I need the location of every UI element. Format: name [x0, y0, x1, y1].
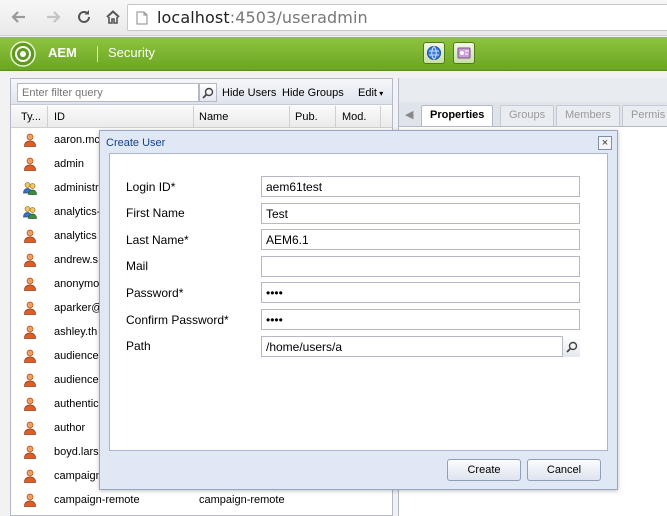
hide-groups-button[interactable]: Hide Groups [282, 87, 344, 99]
user-icon [23, 373, 37, 387]
search-icon[interactable] [199, 83, 217, 102]
table-row[interactable]: campaign-remote campaign-remote [11, 488, 392, 512]
product-name: AEM [48, 45, 77, 60]
browser-toolbar: localhost:4503/useradmin [0, 0, 667, 36]
confirm-password-label: Confirm Password* [126, 313, 229, 327]
tab-strip: ◀ Properties Groups Members Permis [399, 102, 667, 127]
url-text: localhost:4503/useradmin [157, 8, 368, 27]
last-name-field[interactable] [261, 229, 580, 250]
user-id-cell: aparker@ [54, 302, 103, 314]
chevron-down-icon: ▾ [376, 89, 384, 98]
path-search-icon[interactable] [562, 336, 580, 357]
path-field[interactable] [261, 336, 580, 357]
close-icon[interactable]: × [598, 136, 612, 150]
user-icon [23, 133, 37, 147]
user-icon [23, 421, 37, 435]
globe-icon[interactable] [423, 42, 445, 64]
login-id-label: Login ID* [126, 180, 176, 194]
last-name-label: Last Name* [126, 233, 189, 247]
scroll-left-icon[interactable]: ◀ [405, 108, 413, 121]
password-label: Password* [126, 286, 184, 300]
dialog-form: Login ID* First Name Last Name* Mail Pas… [109, 153, 608, 451]
hide-users-button[interactable]: Hide Users [222, 87, 276, 99]
user-id-cell: analytics [54, 230, 97, 242]
login-id-field[interactable] [261, 176, 580, 197]
user-id-cell: administr [54, 182, 99, 194]
create-button[interactable]: Create [447, 459, 521, 481]
column-headers: Ty... ID Name Pub. Mod. [11, 106, 392, 128]
tools-icon[interactable] [453, 42, 475, 64]
tab-members[interactable]: Members [556, 105, 620, 126]
header-divider [97, 46, 98, 62]
column-divider [335, 106, 336, 128]
column-divider [193, 106, 194, 128]
col-name[interactable]: Name [199, 111, 228, 123]
user-name-cell: campaign-remote [199, 494, 285, 506]
home-icon[interactable] [102, 6, 124, 28]
user-id-cell: admin [54, 158, 84, 170]
first-name-label: First Name [126, 206, 185, 220]
address-bar[interactable]: localhost:4503/useradmin [127, 4, 667, 31]
create-user-dialog: Create User × Login ID* First Name Last … [99, 130, 618, 490]
mail-field[interactable] [261, 256, 580, 277]
mail-label: Mail [126, 259, 149, 273]
tab-groups[interactable]: Groups [500, 105, 555, 126]
user-icon [23, 469, 37, 483]
user-icon [23, 229, 37, 243]
column-divider [380, 106, 381, 128]
group-icon [23, 181, 37, 195]
reload-icon[interactable] [73, 6, 95, 28]
user-id-cell: analytics- [54, 206, 101, 218]
forward-arrow-icon[interactable] [42, 6, 64, 28]
user-id-cell: authentic [54, 398, 99, 410]
list-toolbar: Hide Users Hide Groups Edit ▾ [11, 79, 392, 105]
dialog-title: Create User [106, 137, 166, 149]
section-title: Security [108, 45, 155, 60]
user-icon [23, 493, 37, 507]
user-icon [23, 277, 37, 291]
confirm-password-field[interactable] [261, 309, 580, 330]
detail-top-area [399, 78, 667, 102]
tab-properties[interactable]: Properties [421, 105, 494, 126]
user-id-cell: andrew.s [54, 254, 99, 266]
user-id-cell: aaron.mc [54, 134, 100, 146]
column-divider [47, 106, 48, 128]
col-type[interactable]: Ty... [21, 111, 41, 123]
page-icon [136, 11, 148, 25]
col-modified[interactable]: Mod. [342, 111, 366, 123]
cancel-button[interactable]: Cancel [527, 459, 601, 481]
user-id-cell: campaign [54, 470, 102, 482]
user-id-cell: campaign-remote [54, 494, 140, 506]
user-icon [23, 157, 37, 171]
user-id-cell: audience [54, 374, 99, 386]
user-icon [23, 325, 37, 339]
col-published[interactable]: Pub. [295, 111, 318, 123]
group-icon [23, 205, 37, 219]
user-icon [23, 445, 37, 459]
user-id-cell: anonymo [54, 278, 100, 290]
user-id-cell: boyd.lars [54, 446, 99, 458]
aem-logo-icon[interactable] [10, 41, 36, 67]
user-icon [23, 253, 37, 267]
filter-input[interactable] [17, 83, 199, 102]
col-id[interactable]: ID [54, 111, 65, 123]
user-id-cell: author [54, 422, 86, 434]
user-icon [23, 301, 37, 315]
password-field[interactable] [261, 282, 580, 303]
column-divider [289, 106, 290, 128]
first-name-field[interactable] [261, 203, 580, 224]
tab-permissions[interactable]: Permis [622, 105, 667, 126]
user-id-cell: audience [54, 350, 99, 362]
aem-header: AEM Security [0, 37, 667, 71]
user-icon [23, 397, 37, 411]
user-id-cell: ashley.th [54, 326, 98, 338]
back-arrow-icon[interactable] [8, 6, 30, 28]
edit-menu-button[interactable]: Edit ▾ [358, 87, 383, 99]
path-label: Path [126, 339, 151, 353]
user-icon [23, 349, 37, 363]
